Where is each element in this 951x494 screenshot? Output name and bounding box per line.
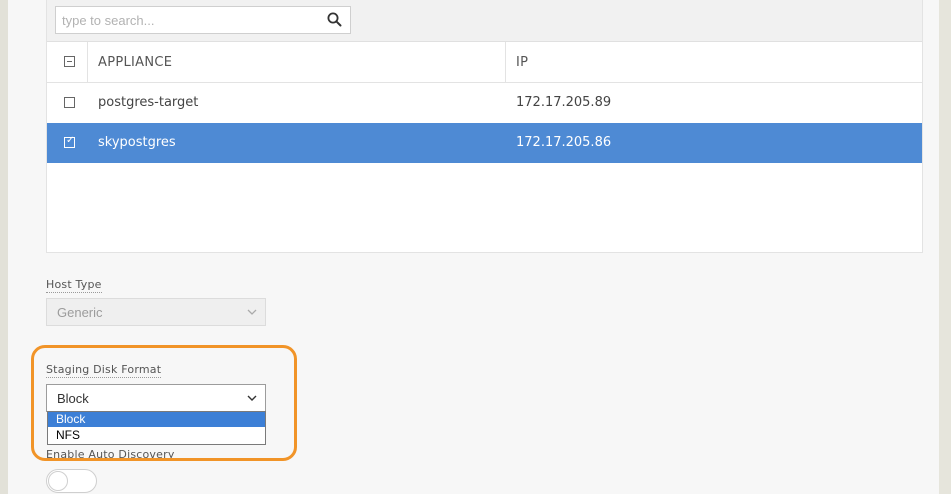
appliance-panel: APPLIANCE IP postgres-target 172.17.205.…: [46, 0, 923, 253]
column-header-ip[interactable]: IP: [516, 55, 528, 70]
staging-disk-format-value: Block: [57, 391, 89, 406]
table-row-selected[interactable]: skypostgres 172.17.205.86: [47, 123, 922, 163]
toggle-knob: [48, 471, 68, 491]
right-edge-strip: [939, 0, 951, 494]
row-checkbox-checked[interactable]: [64, 135, 75, 148]
staging-disk-format-label: Staging Disk Format: [46, 363, 162, 378]
search-bar: [47, 0, 922, 42]
host-type-label: Host Type: [46, 278, 102, 293]
appliance-ip: 172.17.205.89: [516, 95, 612, 110]
auto-discovery-toggle[interactable]: [46, 469, 97, 493]
host-type-value: Generic: [57, 305, 103, 320]
staging-disk-format-options: Block NFS: [47, 411, 266, 445]
chevron-down-icon: [247, 395, 257, 401]
option-nfs[interactable]: NFS: [48, 428, 265, 443]
search-icon[interactable]: [326, 11, 344, 29]
host-type-select: Generic: [46, 298, 266, 326]
search-box: [55, 6, 351, 34]
row-checkbox[interactable]: [64, 97, 75, 108]
table-row[interactable]: postgres-target 172.17.205.89: [47, 83, 922, 124]
appliance-name: skypostgres: [98, 135, 176, 150]
left-edge-strip: [0, 0, 8, 494]
appliance-name: postgres-target: [98, 95, 199, 110]
select-all-checkbox[interactable]: [64, 56, 75, 67]
column-divider: [87, 42, 88, 82]
column-divider: [505, 42, 506, 82]
column-header-appliance[interactable]: APPLIANCE: [98, 55, 172, 70]
appliance-ip: 172.17.205.86: [516, 135, 612, 150]
staging-disk-format-select[interactable]: Block: [46, 384, 266, 412]
option-block[interactable]: Block: [48, 412, 265, 427]
chevron-down-icon: [247, 309, 257, 315]
auto-discovery-label: Enable Auto Discovery: [46, 448, 175, 461]
search-input[interactable]: [56, 7, 316, 33]
table-header: APPLIANCE IP: [47, 42, 922, 83]
main-content: APPLIANCE IP postgres-target 172.17.205.…: [8, 0, 939, 494]
